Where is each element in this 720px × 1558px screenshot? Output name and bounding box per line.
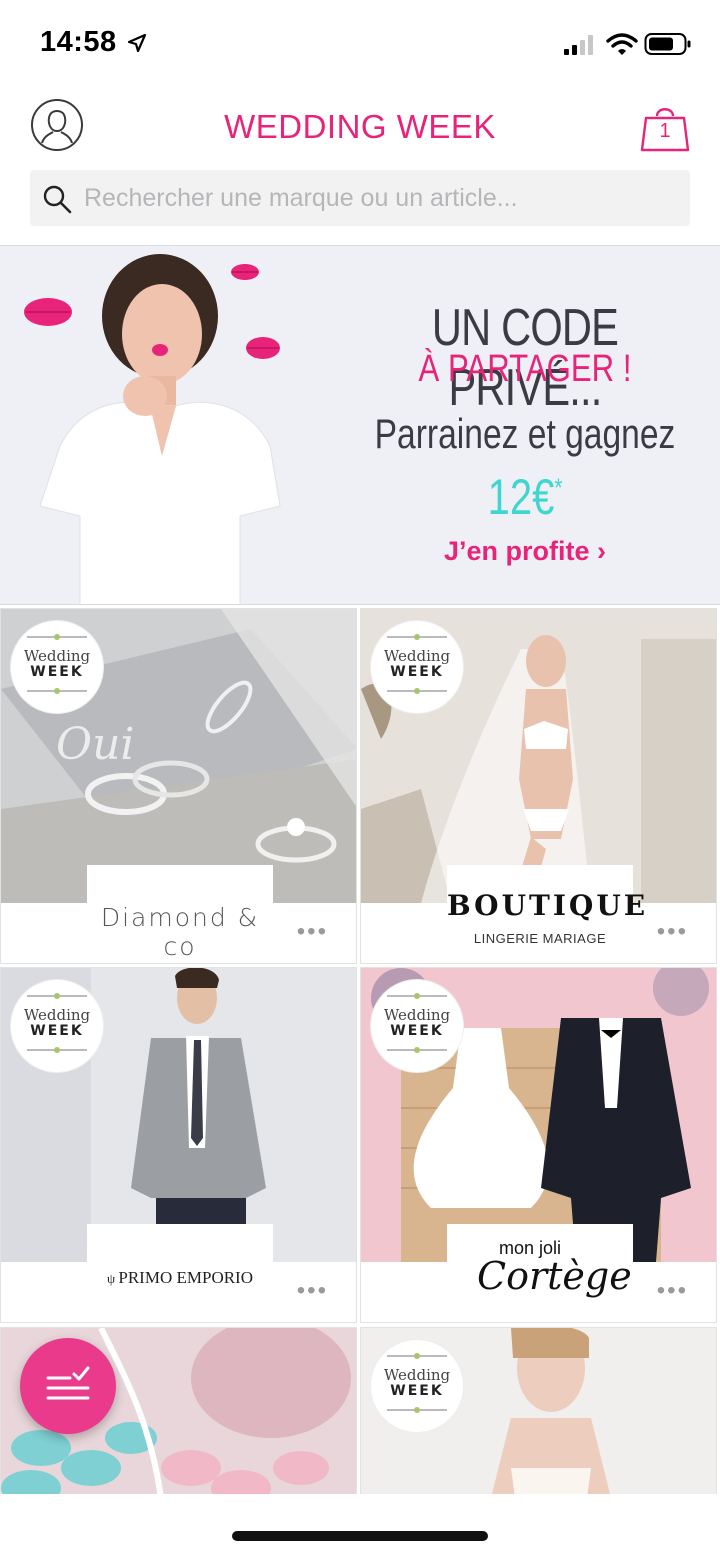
brand-logo-plate: Diamond & co [87, 865, 273, 963]
laurel-divider-icon [27, 1047, 87, 1053]
search-icon [43, 185, 72, 214]
brand-tile-diamond[interactable]: Oui Wedding WEEK Diamond & co ••• [0, 608, 357, 964]
more-options-button[interactable]: ••• [297, 920, 328, 944]
wedding-week-badge: Wedding WEEK [11, 621, 103, 713]
location-arrow-icon [127, 33, 147, 53]
badge-line2: WEEK [390, 664, 444, 680]
brand-name: Diamond & co [100, 903, 260, 961]
laurel-divider-icon [387, 1407, 447, 1413]
promo-subheadline: À PARTAGER ! [418, 348, 632, 390]
laurel-divider-icon [27, 688, 87, 694]
brand-name: BOUTIQUE [447, 889, 649, 922]
more-options-button[interactable]: ••• [657, 1279, 688, 1303]
brand-name-script: Cortège [477, 1254, 632, 1298]
promo-amount: 12€* [369, 468, 681, 526]
brand-logo-plate: ψ PRIMO EMPORIO [87, 1224, 273, 1322]
brand-subtitle: LINGERIE MARIAGE [473, 931, 607, 946]
crown-logo-icon: ψ [107, 1271, 119, 1286]
bottom-safe-area [0, 1494, 720, 1558]
badge-line2: WEEK [390, 1383, 444, 1399]
brand-name: ψ PRIMO EMPORIO [87, 1268, 273, 1288]
laurel-divider-icon [387, 993, 447, 999]
badge-line2: WEEK [390, 1023, 444, 1039]
cart-button[interactable]: 1 [638, 102, 692, 154]
badge-line2: WEEK [30, 664, 84, 680]
laurel-divider-icon [387, 688, 447, 694]
laurel-divider-icon [387, 1353, 447, 1359]
badge-line2: WEEK [30, 1023, 84, 1039]
brand-logo-plate: mon joli Cortège [447, 1224, 633, 1322]
home-indicator[interactable] [232, 1531, 488, 1541]
promo-amount-mark: * [554, 472, 563, 503]
badge-line1: Wedding [23, 647, 91, 665]
badge-line1: Wedding [383, 1366, 451, 1384]
cart-count-badge: 1 [659, 120, 671, 142]
laurel-divider-icon [27, 634, 87, 640]
laurel-divider-icon [387, 1047, 447, 1053]
laurel-divider-icon [27, 993, 87, 999]
more-options-button[interactable]: ••• [657, 920, 688, 944]
status-bar: 14:58 [0, 0, 720, 88]
badge-line1: Wedding [23, 1006, 91, 1024]
battery-icon [644, 33, 691, 55]
search-bar [30, 170, 690, 226]
brand-logo-plate: BOUTIQUE LINGERIE MARIAGE [447, 865, 649, 963]
brand-name-text: PRIMO EMPORIO [118, 1268, 253, 1287]
promo-woman-photo [0, 246, 330, 604]
brand-tile-lingerie-2[interactable]: Wedding WEEK [360, 1327, 717, 1497]
laurel-divider-icon [387, 634, 447, 640]
status-time: 14:58 [40, 26, 117, 58]
more-options-button[interactable]: ••• [297, 1279, 328, 1303]
wedding-week-badge: Wedding WEEK [371, 621, 463, 713]
promo-amount-value: 12€ [487, 469, 555, 525]
search-input[interactable] [84, 170, 674, 226]
promo-cta-link[interactable]: J’en profite › [330, 536, 720, 567]
wifi-icon [606, 33, 638, 55]
signal-icon [564, 35, 593, 55]
app-header: WEDDING WEEK 1 [0, 88, 720, 164]
app-title: WEDDING WEEK [224, 108, 496, 145]
brand-tile-mon-joli-cortege[interactable]: Wedding WEEK mon joli Cortège ••• [360, 967, 717, 1323]
brand-tile-boutique[interactable]: Wedding WEEK BOUTIQUE LINGERIE MARIAGE •… [360, 608, 717, 964]
badge-line1: Wedding [383, 647, 451, 665]
filter-checklist-button[interactable] [20, 1338, 116, 1434]
wedding-week-badge: Wedding WEEK [371, 980, 463, 1072]
svg-text:Oui: Oui [56, 719, 134, 770]
promo-text: Parrainez et gagnez [374, 410, 676, 457]
badge-line1: Wedding [383, 1006, 451, 1024]
wedding-week-badge: Wedding WEEK [371, 1340, 463, 1432]
promo-banner[interactable]: UN CODE PRIVÉ... À PARTAGER ! Parrainez … [0, 245, 720, 605]
brand-tile-primo-emporio[interactable]: Wedding WEEK ψ PRIMO EMPORIO ••• [0, 967, 357, 1323]
checklist-icon [46, 1366, 90, 1400]
wedding-week-badge: Wedding WEEK [11, 980, 103, 1072]
